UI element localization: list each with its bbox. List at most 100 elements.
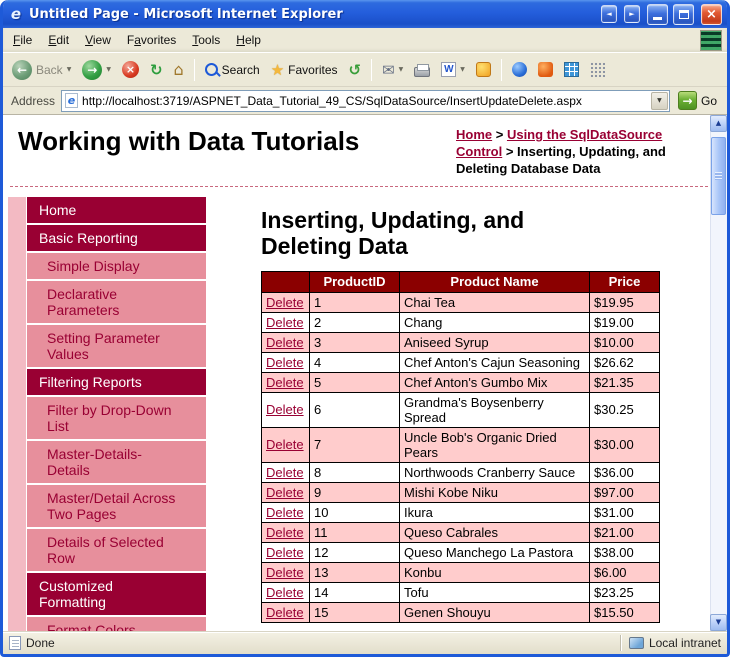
history-button[interactable]: ↺ [344,58,367,82]
breadcrumb-link[interactable]: Home [456,127,492,142]
toolbar-separator [193,58,195,81]
delete-link[interactable]: Delete [266,375,304,390]
menu-item-view[interactable]: View [77,30,119,50]
product-name-cell: Chang [399,311,590,333]
sidebar-item-setting-parameter-values[interactable]: Setting Parameter Values [26,324,206,369]
print-icon [414,63,431,77]
history-icon: ↺ [348,60,362,79]
address-input[interactable] [82,93,647,108]
sidebar-item-simple-display[interactable]: Simple Display [26,252,206,281]
delete-cell: Delete [261,521,310,543]
menu-item-tools[interactable]: Tools [184,30,228,50]
address-box[interactable]: e ▼ [61,89,670,112]
delete-link[interactable]: Delete [266,585,304,600]
print-button[interactable] [409,60,435,80]
back-dropdown-icon[interactable]: ▼ [67,66,72,73]
sidebar-item-details-of-selected-row[interactable]: Details of Selected Row [26,528,206,573]
favorites-button[interactable]: ★ Favorites [266,58,343,82]
delete-link[interactable]: Delete [266,315,304,330]
delete-link[interactable]: Delete [266,465,304,480]
close-button[interactable]: × [701,3,722,25]
mail-icon: ✉ [382,60,395,79]
favorites-label: Favorites [288,62,338,77]
home-button[interactable]: ⌂ [169,57,189,82]
mail-button[interactable]: ✉ ▼ [377,58,408,82]
sidebar-item-master-detail-across-two-pages[interactable]: Master/Detail Across Two Pages [26,484,206,529]
search-label: Search [221,62,260,77]
page-heading: Inserting, Updating, and Deleting Data [261,206,525,259]
sidebar-item-basic-reporting[interactable]: Basic Reporting [26,224,206,253]
forward-dropdown-icon[interactable]: ▼ [106,66,111,73]
scroll-up-button[interactable]: ▲ [710,115,727,132]
column-header: ProductID [309,270,400,293]
toolbar-separator [371,58,373,81]
refresh-button[interactable]: ↻ [145,58,168,82]
delete-link[interactable]: Delete [266,402,304,417]
search-button[interactable]: Search [200,60,265,80]
toolbar-extra-button-4[interactable] [585,59,610,80]
menu-item-file[interactable]: File [5,30,40,50]
product-price-cell: $21.00 [589,521,660,543]
delete-cell: Delete [261,581,310,603]
edit-button[interactable]: W ▼ [436,59,470,80]
address-bar: Address e ▼ → Go [3,87,727,114]
mail-dropdown-icon[interactable]: ▼ [399,66,404,73]
window-extra-right-button[interactable]: ► [624,5,640,23]
delete-link[interactable]: Delete [266,505,304,520]
delete-link[interactable]: Delete [266,545,304,560]
zone-label: Local intranet [648,636,721,650]
product-price-cell: $10.00 [589,331,660,353]
delete-link[interactable]: Delete [266,485,304,500]
minimize-button[interactable] [647,3,668,25]
sidebar-item-home[interactable]: Home [26,196,206,225]
sidebar-item-format-colors[interactable]: Format Colors [26,616,206,631]
product-id-cell: 10 [309,501,400,523]
toolbar-extra-button-2[interactable] [533,59,558,80]
product-price-cell: $21.35 [589,371,660,393]
title-bar[interactable]: e Untitled Page - Microsoft Internet Exp… [3,0,727,28]
delete-link[interactable]: Delete [266,525,304,540]
product-id-cell: 2 [309,311,400,333]
intranet-zone-icon [628,637,644,649]
toolbar-extra-button-1[interactable] [507,59,532,80]
sidebar-item-filtering-reports[interactable]: Filtering Reports [26,368,206,397]
vertical-scrollbar[interactable]: ▲ ▼ [710,115,727,631]
sidebar-item-customized-formatting[interactable]: Customized Formatting [26,572,206,617]
ie-logo-icon: e [10,5,22,23]
address-dropdown-button[interactable]: ▼ [650,91,668,110]
forward-button[interactable]: → ▼ [77,57,116,83]
back-arrow-glyph: ← [16,62,28,77]
go-button[interactable]: → Go [676,91,723,110]
delete-link[interactable]: Delete [266,437,304,452]
table-row: Delete 2 Chang $19.00 [261,311,660,333]
menu-item-edit[interactable]: Edit [40,30,77,50]
search-icon [204,63,218,76]
edit-word-icon: W [441,62,457,77]
delete-link[interactable]: Delete [266,605,304,620]
product-price-cell: $30.25 [589,391,660,428]
menu-item-favorites[interactable]: Favorites [119,30,184,50]
stop-button[interactable]: × [117,58,144,81]
scrollbar-thumb[interactable] [711,137,726,215]
sidebar-item-filter-by-drop-down-list[interactable]: Filter by Drop-Down List [26,396,206,441]
menu-item-help[interactable]: Help [228,30,269,50]
delete-link[interactable]: Delete [266,565,304,580]
product-name-cell: Uncle Bob's Organic Dried Pears [399,426,590,463]
table-row: Delete 8 Northwoods Cranberry Sauce $36.… [261,461,660,483]
back-button[interactable]: ← Back ▼ [7,57,76,83]
edit-dropdown-icon[interactable]: ▼ [460,66,465,73]
window-extra-left-button[interactable]: ◄ [601,5,617,23]
maximize-button[interactable] [673,3,694,25]
delete-link[interactable]: Delete [266,295,304,310]
scroll-down-button[interactable]: ▼ [710,614,727,631]
delete-link[interactable]: Delete [266,355,304,370]
product-id-cell: 9 [309,481,400,503]
toolbar-extra-button-3[interactable] [559,59,584,80]
sidebar-item-declarative-parameters[interactable]: Declarative Parameters [26,280,206,325]
product-price-cell: $30.00 [589,426,660,463]
messenger-button[interactable] [471,59,496,80]
sidebar-item-master-details-details[interactable]: Master-Details-Details [26,440,206,485]
product-id-cell: 14 [309,581,400,603]
table-row: Delete 11 Queso Cabrales $21.00 [261,521,660,543]
delete-link[interactable]: Delete [266,335,304,350]
